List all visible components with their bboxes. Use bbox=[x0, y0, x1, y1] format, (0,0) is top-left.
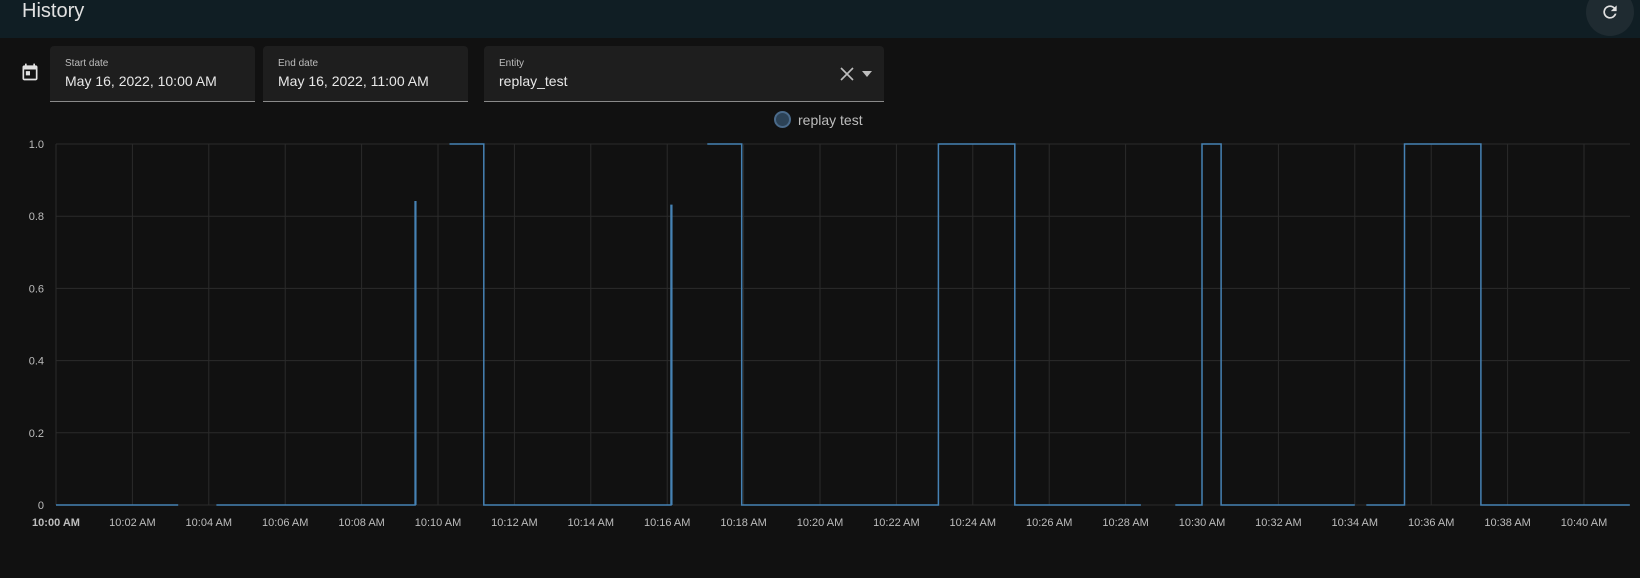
start-date-value[interactable]: May 16, 2022, 10:00 AM bbox=[65, 73, 217, 89]
series-line bbox=[216, 201, 417, 506]
refresh-button[interactable] bbox=[1586, 0, 1634, 36]
entity-label: Entity bbox=[499, 58, 525, 69]
legend-swatch bbox=[774, 111, 791, 128]
x-tick-label: 10:28 AM bbox=[1102, 517, 1148, 529]
x-tick-label: 10:38 AM bbox=[1484, 517, 1530, 529]
close-icon[interactable] bbox=[840, 67, 854, 81]
y-tick-label: 0 bbox=[38, 500, 44, 512]
x-tick-label: 10:16 AM bbox=[644, 517, 690, 529]
chart-legend-item[interactable]: replay test bbox=[774, 111, 863, 128]
entity-picker[interactable]: Entity replay_test bbox=[484, 46, 884, 102]
x-tick-label: 10:10 AM bbox=[415, 517, 461, 529]
x-tick-label: 10:36 AM bbox=[1408, 517, 1454, 529]
start-date-field[interactable]: Start date May 16, 2022, 10:00 AM bbox=[50, 46, 255, 102]
page-title: History bbox=[22, 0, 85, 22]
x-tick-label: 10:22 AM bbox=[873, 517, 919, 529]
x-tick-label: 10:06 AM bbox=[262, 517, 308, 529]
x-tick-label: 10:32 AM bbox=[1255, 517, 1301, 529]
end-date-field[interactable]: End date May 16, 2022, 11:00 AM bbox=[263, 46, 468, 102]
x-tick-label: 10:30 AM bbox=[1179, 517, 1225, 529]
legend-label: replay test bbox=[798, 111, 863, 128]
entity-value[interactable]: replay_test bbox=[499, 73, 567, 89]
x-tick-label: 10:04 AM bbox=[186, 517, 232, 529]
series-line bbox=[1366, 143, 1630, 506]
series-line bbox=[1175, 143, 1355, 506]
x-tick-label: 10:20 AM bbox=[797, 517, 843, 529]
end-date-value[interactable]: May 16, 2022, 11:00 AM bbox=[278, 73, 429, 89]
y-tick-label: 0.8 bbox=[29, 211, 44, 223]
x-tick-label: 10:02 AM bbox=[109, 517, 155, 529]
caret-down-icon[interactable] bbox=[862, 71, 872, 77]
refresh-icon bbox=[1603, 5, 1617, 19]
x-tick-label: 10:14 AM bbox=[568, 517, 614, 529]
x-tick-label: 10:40 AM bbox=[1561, 517, 1607, 529]
x-tick-label: 10:26 AM bbox=[1026, 517, 1072, 529]
y-tick-label: 0.6 bbox=[29, 283, 44, 295]
x-tick-label: 10:08 AM bbox=[338, 517, 384, 529]
start-date-label: Start date bbox=[65, 58, 109, 69]
series-line bbox=[707, 143, 1141, 506]
x-tick-label: 10:12 AM bbox=[491, 517, 537, 529]
x-tick-label: 10:34 AM bbox=[1332, 517, 1378, 529]
end-date-label: End date bbox=[278, 58, 319, 69]
y-tick-label: 0.4 bbox=[29, 356, 44, 368]
x-tick-label: 10:00 AM bbox=[32, 517, 80, 529]
y-tick-label: 0.2 bbox=[29, 428, 44, 440]
x-tick-label: 10:18 AM bbox=[720, 517, 766, 529]
calendar-icon[interactable] bbox=[20, 62, 40, 82]
history-chart: 0 0.2 0.4 0.6 0.8 1.0 10:00 AM 10:02 AM 10:04 AM… bbox=[29, 139, 1630, 529]
top-bar: History bbox=[0, 0, 1640, 38]
series-line bbox=[449, 143, 673, 506]
x-tick-label: 10:24 AM bbox=[950, 517, 996, 529]
y-tick-label: 1.0 bbox=[29, 139, 44, 151]
